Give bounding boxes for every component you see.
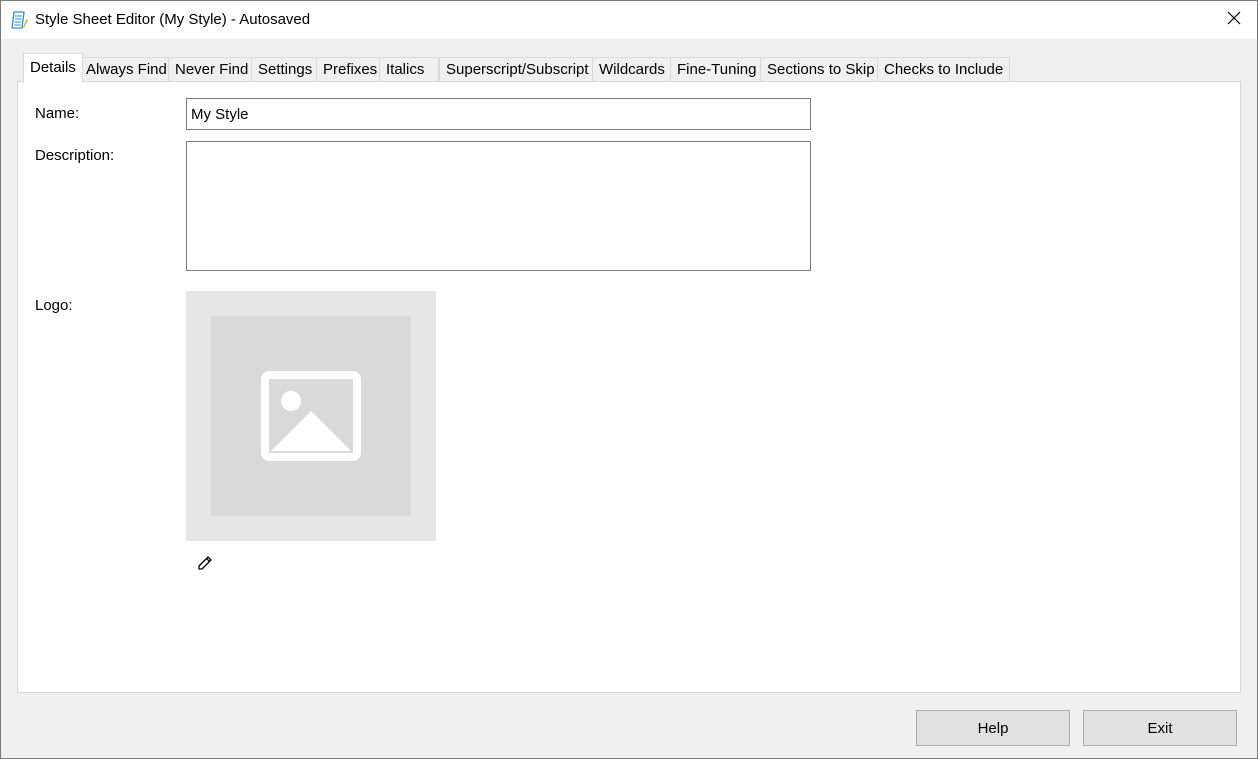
- style-sheet-app-icon: [11, 10, 29, 30]
- logo-placeholder: [211, 316, 411, 516]
- exit-button[interactable]: Exit: [1083, 710, 1237, 746]
- tab-superscript-subscript[interactable]: Superscript/Subscript: [439, 57, 596, 82]
- tab-wildcards[interactable]: Wildcards: [592, 57, 672, 82]
- details-panel: Name: Description: Logo:: [17, 81, 1241, 693]
- edit-logo-button[interactable]: [194, 554, 216, 576]
- logo-label: Logo:: [35, 297, 73, 314]
- pencil-icon: [197, 555, 213, 576]
- tab-fine-tuning[interactable]: Fine-Tuning: [670, 57, 764, 82]
- logo-image-area[interactable]: [186, 291, 436, 541]
- tab-checks-to-include[interactable]: Checks to Include: [877, 57, 1011, 82]
- name-label: Name:: [35, 105, 80, 122]
- title-bar: Style Sheet Editor (My Style) - Autosave…: [1, 1, 1257, 39]
- tab-settings[interactable]: Settings: [251, 57, 320, 82]
- tab-italics[interactable]: Italics: [379, 57, 439, 82]
- style-sheet-editor-window: Style Sheet Editor (My Style) - Autosave…: [0, 0, 1258, 759]
- description-label: Description:: [35, 147, 115, 164]
- tab-prefixes[interactable]: Prefixes: [316, 57, 385, 82]
- tab-sections-to-skip[interactable]: Sections to Skip: [760, 57, 882, 82]
- name-field[interactable]: [186, 98, 811, 130]
- window-title: Style Sheet Editor (My Style) - Autosave…: [35, 11, 311, 28]
- close-button[interactable]: [1211, 1, 1257, 39]
- close-x-icon: [1227, 11, 1241, 30]
- tab-never-find[interactable]: Never Find: [168, 57, 256, 82]
- tab-details[interactable]: Details: [23, 53, 83, 83]
- tab-always-find[interactable]: Always Find: [79, 57, 174, 82]
- help-button[interactable]: Help: [916, 710, 1070, 746]
- description-field[interactable]: [186, 141, 811, 271]
